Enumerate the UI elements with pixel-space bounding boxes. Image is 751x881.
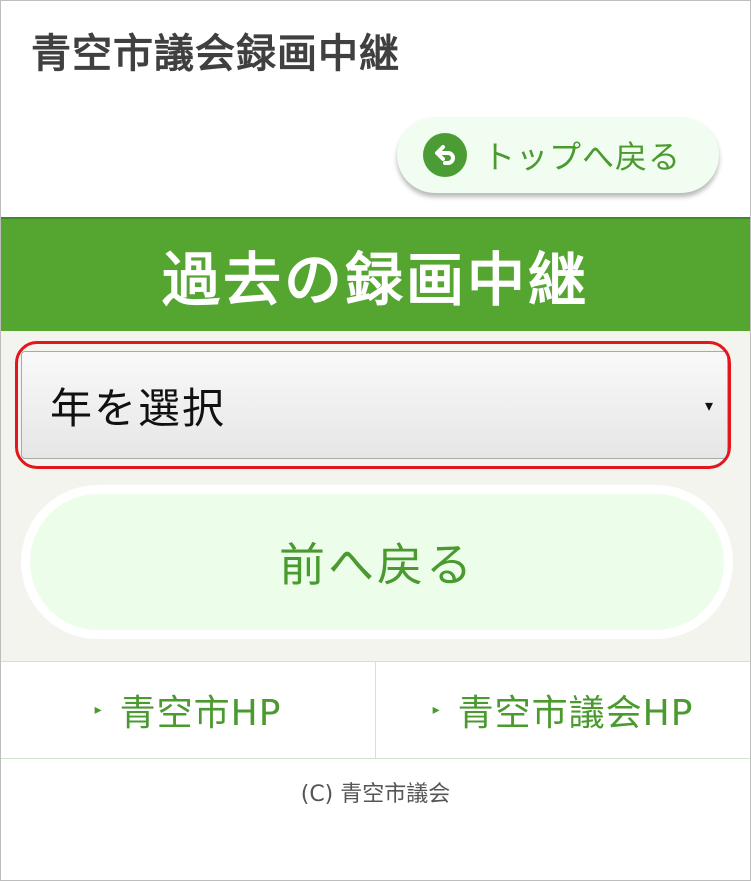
back-to-top-button[interactable]: トップへ戻る xyxy=(397,117,719,193)
site-title: 青空市議会録画中継 xyxy=(31,31,400,77)
copyright: (C) 青空市議会 xyxy=(300,782,451,807)
section-title: 過去の録画中継 xyxy=(161,246,589,314)
dropdown-arrow-icon: ▾ xyxy=(704,396,713,415)
back-button[interactable]: 前へ戻る xyxy=(21,485,733,639)
year-select[interactable]: 年を選択 ▾ xyxy=(21,351,728,459)
triangle-right-icon: ▸ xyxy=(94,702,102,718)
back-button-label: 前へ戻る xyxy=(279,538,475,592)
footer-links: ▸ 青空市HP ▸ 青空市議会HP xyxy=(1,661,750,759)
link-city-hp-label: 青空市HP xyxy=(119,693,282,734)
year-select-value: 年を選択 xyxy=(50,383,227,433)
page: 青空市議会録画中継 トップへ戻る 過去の録画中継 年を選択 ▾ 前へ戻る ▸ 青… xyxy=(0,0,751,881)
back-to-top-label: トップへ戻る xyxy=(483,138,682,176)
triangle-right-icon: ▸ xyxy=(432,702,440,718)
link-city-hp[interactable]: ▸ 青空市HP xyxy=(1,662,375,758)
link-council-hp[interactable]: ▸ 青空市議会HP xyxy=(375,662,750,758)
link-council-hp-label: 青空市議会HP xyxy=(457,693,694,734)
section-header: 過去の録画中継 xyxy=(1,217,750,331)
back-arrow-icon xyxy=(423,133,467,177)
